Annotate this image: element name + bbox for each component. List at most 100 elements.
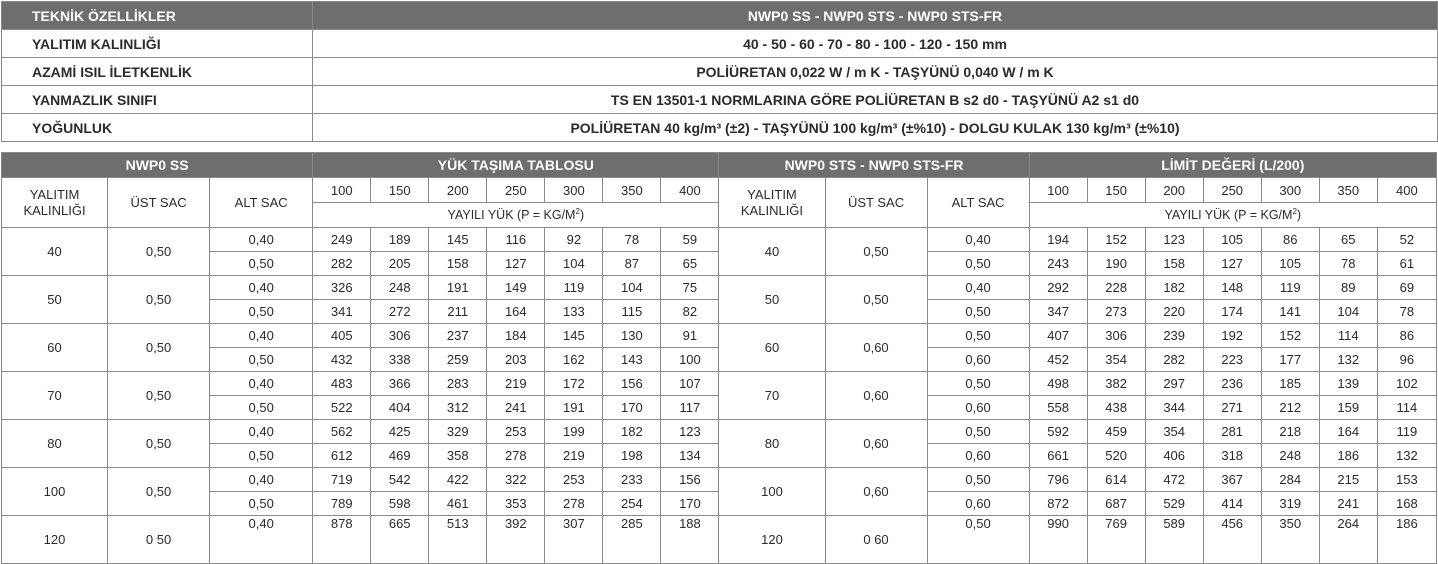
right-load-value: 123 — [1144, 227, 1204, 252]
table-row: 80 0,50 0,40 562 425 329 253 199 182 123 80 0,60 0,5… — [0, 419, 1438, 468]
left-bottom-sheet-cell: 0,50 — [209, 299, 314, 324]
left-load-value: 87 — [602, 251, 662, 276]
right-load-value: 239 — [1144, 323, 1204, 348]
left-bottom-sheet-cell: 0,40 — [209, 515, 314, 564]
left-load-value: 469 — [370, 443, 430, 468]
right-thickness-cell: 60 — [718, 323, 826, 372]
left-bottom-sheet-cell: 0,40 — [209, 419, 314, 444]
left-load-value: 483 — [312, 371, 372, 396]
right-load-value: 990 — [1028, 515, 1088, 564]
left-load-value: 789 — [312, 491, 372, 516]
left-load-value: 104 — [602, 275, 662, 300]
right-span-header: 250 — [1202, 177, 1262, 203]
left-bottom-sheet-cell: 0,40 — [209, 227, 314, 252]
right-thickness-cell: 100 — [718, 467, 826, 516]
left-load-value: 184 — [486, 323, 546, 348]
specs-row-value: POLİÜRETAN 40 kg/m³ (±2) - TAŞYÜNÜ 100 k… — [312, 113, 1438, 142]
left-load-value: 432 — [312, 347, 372, 372]
technical-specs-table: TEKNİK ÖZELLİKLER NWP0 SS - NWP0 STS - N… — [1, 1, 1438, 142]
right-top-sheet-cell: 0,50 — [824, 227, 928, 276]
left-load-value: 130 — [602, 323, 662, 348]
right-load-value: 407 — [1028, 323, 1088, 348]
left-table-subtitle: YÜK TAŞIMA TABLOSU — [312, 152, 720, 178]
right-load-value: 89 — [1318, 275, 1378, 300]
left-span-header: 200 — [428, 177, 488, 203]
left-col-bottom-sheet: ALT SAC — [209, 177, 314, 228]
left-load-value: 65 — [660, 251, 720, 276]
left-load-value: 172 — [544, 371, 604, 396]
left-load-value: 59 — [660, 227, 720, 252]
left-load-value: 278 — [544, 491, 604, 516]
left-col-top-sheet: ÜST SAC — [107, 177, 211, 228]
right-bottom-sheet-cell: 0,50 — [926, 467, 1030, 492]
left-span-header: 350 — [602, 177, 662, 203]
left-load-value: 156 — [602, 371, 662, 396]
right-load-value: 228 — [1086, 275, 1146, 300]
left-bottom-sheet-cell: 0,50 — [209, 443, 314, 468]
right-load-value: 132 — [1318, 347, 1378, 372]
left-top-sheet-cell: 0,50 — [107, 227, 211, 276]
distributed-load-close: ) — [579, 208, 585, 222]
right-load-value: 350 — [1260, 515, 1320, 564]
left-load-value: 353 — [486, 491, 546, 516]
table-row: 60 0,50 0,40 405 306 237 184 145 130 91 60 0,60 0,50… — [0, 323, 1438, 372]
left-load-value: 307 — [544, 515, 604, 564]
left-load-value: 405 — [312, 323, 372, 348]
right-thickness-cell: 40 — [718, 227, 826, 276]
left-load-value: 329 — [428, 419, 488, 444]
right-load-value: 319 — [1260, 491, 1320, 516]
left-load-value: 233 — [602, 467, 662, 492]
right-load-value: 220 — [1144, 299, 1204, 324]
left-bottom-sheet-cell: 0,50 — [209, 251, 314, 276]
left-load-value: 338 — [370, 347, 430, 372]
right-load-value: 347 — [1028, 299, 1088, 324]
right-load-value: 520 — [1086, 443, 1146, 468]
right-load-value: 185 — [1260, 371, 1320, 396]
specs-row-label: YOĞUNLUK — [1, 113, 313, 142]
left-load-value: 513 — [428, 515, 488, 564]
right-span-header: 200 — [1144, 177, 1204, 203]
left-load-value: 253 — [544, 467, 604, 492]
left-load-value: 162 — [544, 347, 604, 372]
left-load-value: 283 — [428, 371, 488, 396]
left-load-value: 100 — [660, 347, 720, 372]
right-load-value: 318 — [1202, 443, 1262, 468]
left-span-header: 250 — [486, 177, 546, 203]
left-load-value: 199 — [544, 419, 604, 444]
left-load-value: 422 — [428, 467, 488, 492]
left-load-value: 562 — [312, 419, 372, 444]
specs-row: AZAMİ ISIL İLETKENLİK POLİÜRETAN 0,022 W … — [1, 57, 1438, 86]
right-load-value: 65 — [1318, 227, 1378, 252]
left-load-value: 392 — [486, 515, 546, 564]
left-load-value: 598 — [370, 491, 430, 516]
right-load-value: 354 — [1144, 419, 1204, 444]
right-load-value: 297 — [1144, 371, 1204, 396]
left-span-header: 150 — [370, 177, 430, 203]
left-top-sheet-cell: 0 50 — [107, 515, 211, 564]
left-load-value: 326 — [312, 275, 372, 300]
left-bottom-sheet-cell: 0,50 — [209, 395, 314, 420]
right-load-value: 872 — [1028, 491, 1088, 516]
distributed-load-close: ) — [1296, 208, 1302, 222]
left-thickness-cell: 50 — [0, 275, 109, 324]
left-load-value: 115 — [602, 299, 662, 324]
specs-header-products: NWP0 SS - NWP0 STS - NWP0 STS-FR — [312, 1, 1438, 30]
left-load-value: 282 — [312, 251, 372, 276]
right-load-value: 119 — [1260, 275, 1320, 300]
left-load-value: 156 — [660, 467, 720, 492]
right-load-value: 589 — [1144, 515, 1204, 564]
right-load-value: 86 — [1260, 227, 1320, 252]
left-product-title: NWP0 SS — [0, 152, 314, 178]
left-span-header: 400 — [660, 177, 720, 203]
left-thickness-cell: 40 — [0, 227, 109, 276]
right-load-value: 282 — [1144, 347, 1204, 372]
left-load-value: 219 — [544, 443, 604, 468]
right-load-value: 529 — [1144, 491, 1204, 516]
right-col-top-sheet: ÜST SAC — [824, 177, 928, 228]
left-thickness-cell: 80 — [0, 419, 109, 468]
left-load-value: 75 — [660, 275, 720, 300]
right-load-value: 236 — [1202, 371, 1262, 396]
left-load-value: 248 — [370, 275, 430, 300]
left-load-value: 358 — [428, 443, 488, 468]
left-load-value: 219 — [486, 371, 546, 396]
